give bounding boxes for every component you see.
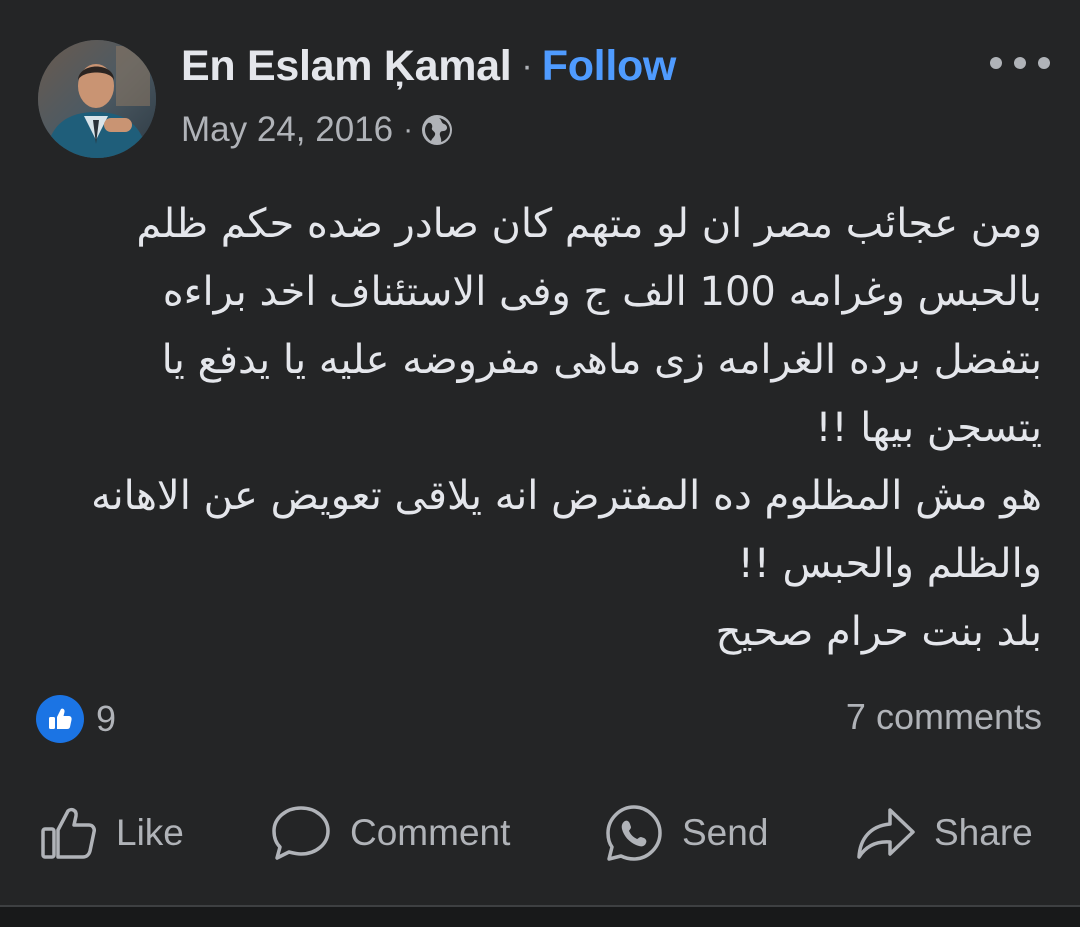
separator-dot: · [403, 113, 414, 146]
post-text-line: يتسجن بيها !! [815, 405, 1042, 451]
more-options-icon[interactable] [990, 50, 1050, 76]
post-text-line: بلد بنت حرام صحيح [715, 609, 1042, 655]
comment-label: Comment [350, 812, 511, 853]
share-button[interactable]: Share [856, 800, 1033, 866]
post-text-line: هو مش المظلوم ده المفترض انه يلاقى تعويض… [91, 473, 1042, 519]
post-card: En Eslam Ķamal · Follow May 24, 2016 · و… [0, 0, 1080, 906]
feed-background [0, 907, 1080, 927]
more-dot [1014, 57, 1026, 69]
post-meta: May 24, 2016 · [181, 108, 453, 152]
author-avatar[interactable] [38, 40, 156, 158]
share-arrow-icon [856, 805, 916, 861]
more-dot [990, 57, 1002, 69]
more-dot [1038, 57, 1050, 69]
send-label: Send [682, 812, 769, 853]
thumbs-up-icon [40, 805, 98, 861]
post-text-line: بتفضل برده الغرامه زى ماهى مفروضه عليه ي… [161, 337, 1042, 383]
follow-button[interactable]: Follow [542, 42, 677, 91]
reaction-count: 9 [96, 698, 117, 739]
separator-dot: · [521, 46, 533, 85]
comment-button[interactable]: Comment [270, 800, 510, 866]
like-button[interactable]: Like [40, 800, 184, 866]
post-date[interactable]: May 24, 2016 [181, 110, 393, 150]
author-name[interactable]: En Eslam Ķamal [181, 42, 512, 91]
like-label: Like [116, 812, 184, 853]
whatsapp-icon [604, 803, 664, 863]
author-line: En Eslam Ķamal · Follow [181, 38, 676, 94]
reactions-summary[interactable]: 9 [36, 694, 116, 744]
comment-bubble-icon [270, 804, 332, 862]
share-label: Share [934, 812, 1033, 853]
post-text-line: ومن عجائب مصر ان لو متهم كان صادر ضده حك… [136, 201, 1042, 247]
post-actions-bar: Like Comment Send Share [0, 800, 1080, 866]
post-text-line: والظلم والحبس !! [737, 541, 1042, 587]
globe-icon[interactable] [421, 114, 453, 146]
post-text-line: بالحبس وغرامه 100 الف ج وفى الاستئناف اخ… [162, 269, 1042, 315]
post-text: ومن عجائب مصر ان لو متهم كان صادر ضده حك… [40, 190, 1042, 666]
like-reaction-icon [36, 695, 84, 743]
comments-count-link[interactable]: 7 comments [846, 696, 1042, 738]
send-button[interactable]: Send [604, 800, 768, 866]
